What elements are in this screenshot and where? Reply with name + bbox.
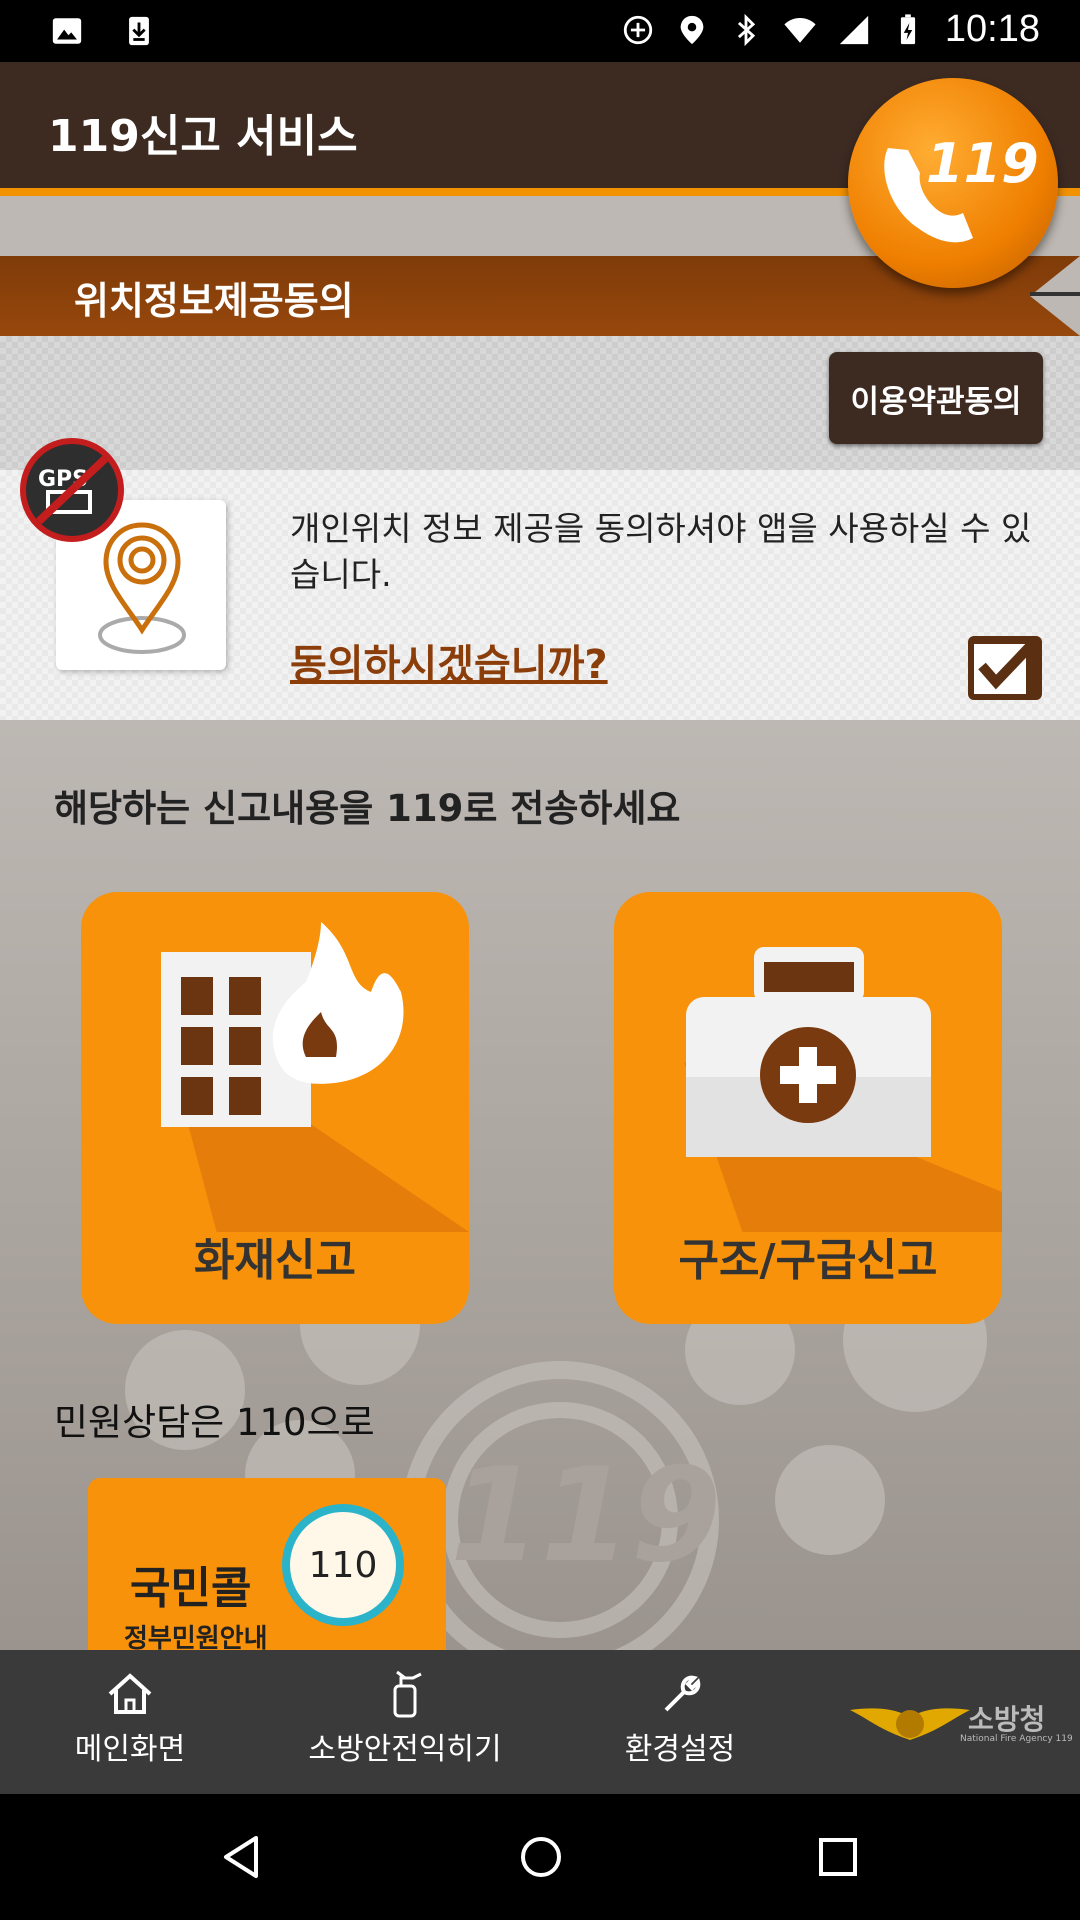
call-119-badge[interactable]: 119	[848, 78, 1058, 288]
home-icon	[108, 1673, 152, 1714]
consent-question-link[interactable]: 동의하시겠습니까?	[290, 632, 608, 690]
call-110-number: 110	[282, 1504, 404, 1626]
location-icon	[680, 15, 704, 44]
civil-heading: 민원상담은 110으로	[54, 1401, 375, 1444]
sync-icon	[623, 15, 653, 44]
fire-report-tile[interactable]: 화재신고	[81, 892, 469, 1324]
fire-extinguisher-icon	[393, 1670, 422, 1718]
bottom-nav: 메인화면 소방안전익히기 환경설정 소방청 National Fire Agen…	[0, 1650, 1080, 1794]
signal-icon	[839, 15, 869, 44]
image-icon	[52, 18, 82, 44]
badge-119-text: 119	[926, 132, 1039, 195]
watermark-119: 119	[450, 1439, 721, 1591]
nav-settings-label: 환경설정	[624, 1732, 736, 1767]
battery-icon	[900, 13, 915, 44]
bluetooth-icon	[737, 13, 756, 46]
system-nav-bar	[0, 1794, 1080, 1920]
banner-title: 위치정보제공동의	[74, 279, 354, 323]
first-aid-kit-icon	[684, 947, 1002, 1324]
report-heading: 해당하는 신고내용을 119로 전송하세요	[54, 787, 681, 830]
status-bar: 10:18	[0, 0, 1080, 62]
nav-home[interactable]: 메인화면	[70, 1668, 190, 1768]
download-icon	[129, 16, 149, 46]
wifi-icon	[784, 17, 816, 43]
agency-name: 소방청	[968, 1703, 1046, 1736]
recents-icon[interactable]	[817, 1836, 859, 1878]
nav-settings[interactable]: 환경설정	[620, 1668, 740, 1768]
nav-fire-safety[interactable]: 소방안전익히기	[300, 1668, 510, 1768]
checkmark-icon	[974, 636, 1040, 694]
phone-119-icon: 119	[884, 132, 1039, 243]
wrench-icon	[664, 1675, 701, 1712]
back-icon[interactable]	[218, 1834, 264, 1880]
home-circle-icon[interactable]	[518, 1834, 564, 1880]
fire-building-icon	[161, 922, 469, 1324]
status-time: 10:18	[944, 8, 1040, 50]
terms-agree-button[interactable]: 이용약관동의	[829, 352, 1043, 444]
call-110-card[interactable]: 국민콜 110 정부민원안내	[88, 1478, 446, 1652]
agency-logo: 소방청 National Fire Agency 119	[850, 1690, 1073, 1760]
rescue-report-label: 구조/구급신고	[678, 1235, 938, 1286]
agency-english: National Fire Agency 119	[960, 1734, 1073, 1744]
consent-message: 개인위치 정보 제공을 동의하셔야 앱을 사용하실 수 있습니다.	[290, 509, 1032, 594]
nav-home-label: 메인화면	[74, 1732, 186, 1767]
nav-fire-safety-label: 소방안전익히기	[308, 1732, 502, 1767]
gps-off-icon: GPS	[20, 438, 124, 542]
consent-checkbox[interactable]	[968, 636, 1042, 700]
call-110-title: 국민콜	[130, 1563, 252, 1614]
fire-report-label: 화재신고	[194, 1235, 356, 1286]
app-title: 119신고 서비스	[48, 111, 358, 162]
rescue-report-tile[interactable]: 구조/구급신고	[614, 892, 1002, 1324]
call-110-subtitle: 정부민원안내	[124, 1624, 268, 1652]
